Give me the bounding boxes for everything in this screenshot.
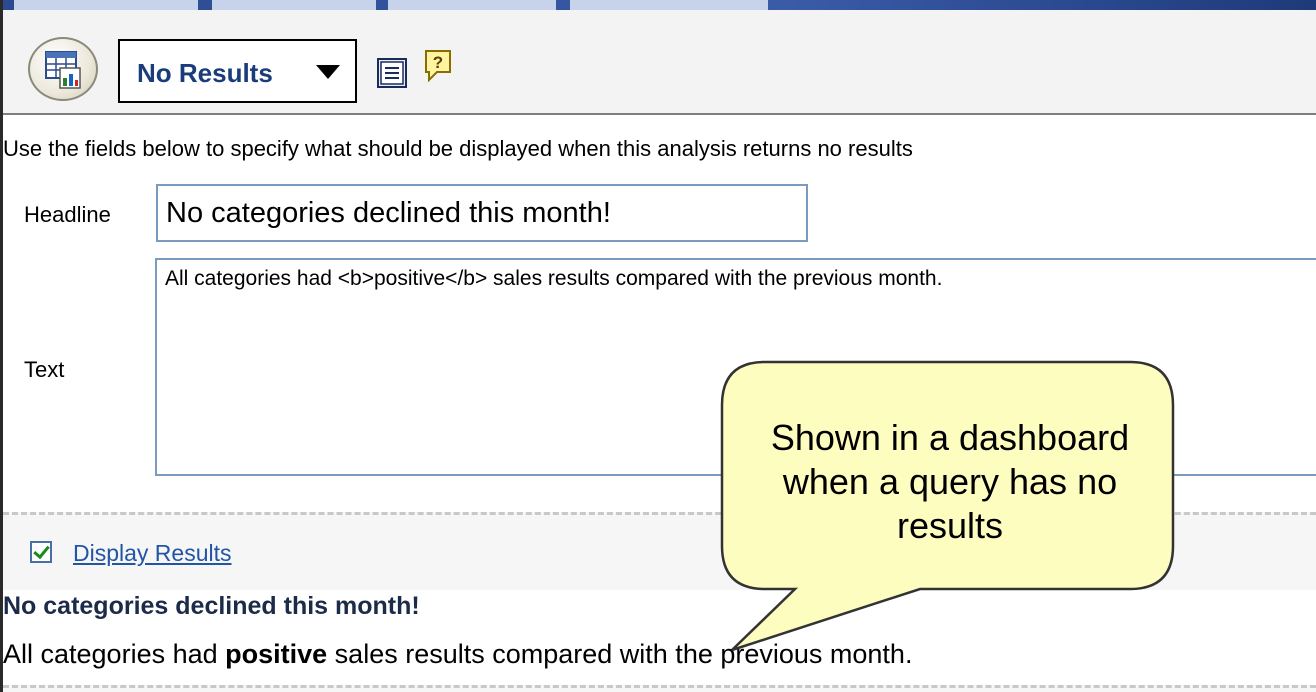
view-selector-dropdown[interactable]: No Results — [118, 39, 357, 103]
result-headline: No categories declined this month! — [3, 592, 420, 620]
instructions-text: Use the fields below to specify what sho… — [3, 136, 913, 161]
text-label: Text — [24, 357, 65, 382]
display-results-checkbox[interactable] — [30, 541, 52, 563]
tab[interactable] — [388, 0, 556, 10]
result-text-bold: positive — [225, 639, 328, 669]
table-chart-view-icon[interactable] — [28, 37, 98, 101]
tab[interactable] — [14, 0, 198, 10]
view-toolbar: No Results ? — [3, 10, 1316, 115]
help-icon[interactable]: ? — [423, 48, 453, 84]
dashed-divider — [3, 685, 1316, 688]
tab-strip — [0, 0, 1316, 10]
display-results-link[interactable]: Display Results — [73, 540, 232, 567]
callout-text: Shown in a dashboard when a query has no… — [770, 417, 1130, 546]
result-text-before: All categories had — [3, 639, 226, 669]
headline-input[interactable] — [156, 184, 808, 242]
tab[interactable] — [570, 0, 768, 10]
svg-text:?: ? — [433, 53, 443, 72]
view-properties-icon[interactable] — [377, 58, 407, 88]
no-results-view-editor: No Results ? Use the fields below to spe… — [0, 0, 1316, 692]
chevron-down-icon — [316, 65, 340, 79]
view-selector-label: No Results — [137, 58, 273, 88]
headline-label: Headline — [24, 202, 111, 227]
tab[interactable] — [212, 0, 376, 10]
